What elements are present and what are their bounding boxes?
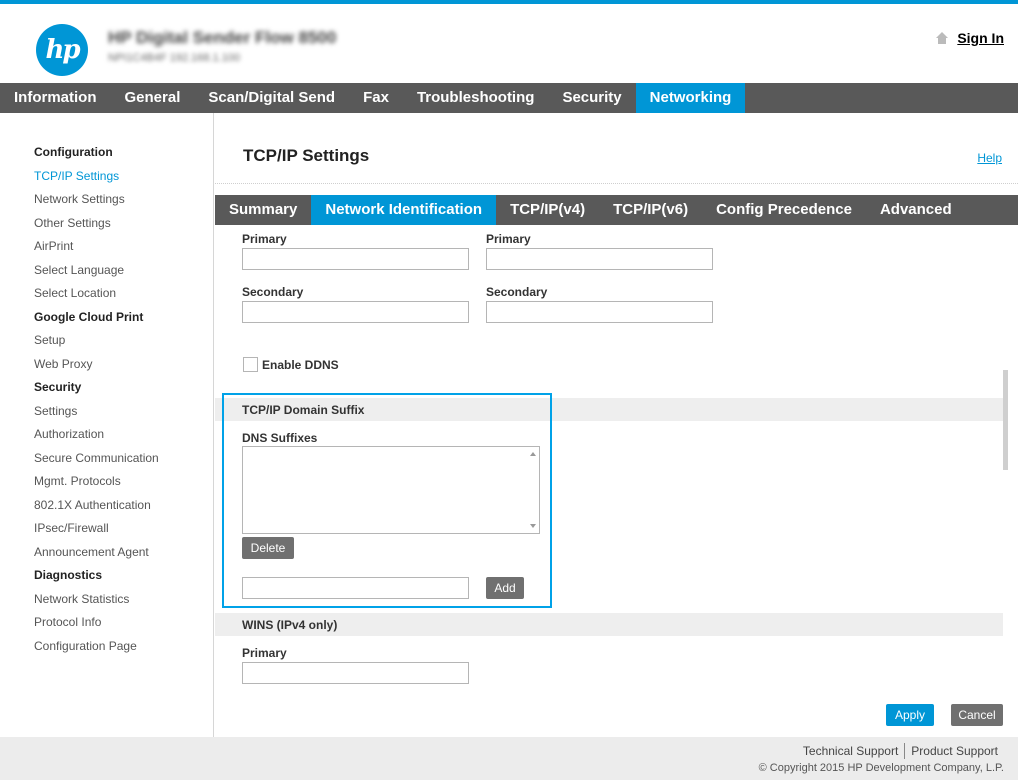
ipv6-dns-secondary-input[interactable] [486,301,713,323]
sidebar-item-select-location[interactable]: Select Location [34,285,213,309]
ipv6-dns-primary-label: Primary [486,232,531,246]
tab-tcpip-v6[interactable]: TCP/IP(v6) [599,195,702,225]
wins-primary-label: Primary [242,646,287,660]
sign-in-link[interactable]: Sign In [957,30,1004,46]
tab-summary[interactable]: Summary [215,195,311,225]
device-name: HP Digital Sender Flow 8500 [108,28,337,47]
sidebar-item-authorization[interactable]: Authorization [34,426,213,450]
home-icon [935,32,949,44]
product-support-link[interactable]: Product Support [911,744,998,758]
footer-separator [904,743,906,759]
tab-network-identification[interactable]: Network Identification [311,195,497,225]
main-nav-troubleshooting[interactable]: Troubleshooting [403,83,549,113]
tcpip-tabs: Summary Network Identification TCP/IP(v4… [215,195,1018,225]
sidebar-item-network-statistics[interactable]: Network Statistics [34,591,213,615]
technical-support-link[interactable]: Technical Support [803,744,898,758]
main-nav-scan-digital-send[interactable]: Scan/Digital Send [194,83,349,113]
hp-logo-text: hp [45,35,80,65]
sidebar-heading-configuration: Configuration [34,145,113,159]
enable-ddns-checkbox[interactable] [243,357,258,372]
sidebar-item-8021x-authentication[interactable]: 802.1X Authentication [34,497,213,521]
tab-tcpip-v4[interactable]: TCP/IP(v4) [496,195,599,225]
ipv4-dns-secondary-input[interactable] [242,301,469,323]
sidebar-item-other-settings[interactable]: Other Settings [34,215,213,239]
wins-section-title: WINS (IPv4 only) [242,618,338,632]
sidebar-item-mgmt-protocols[interactable]: Mgmt. Protocols [34,473,213,497]
page-title: TCP/IP Settings [243,146,370,165]
wins-section-header: WINS (IPv4 only) [215,613,1003,636]
apply-button[interactable]: Apply [886,704,934,726]
sidebar-item-secure-communication[interactable]: Secure Communication [34,450,213,474]
main-nav-networking[interactable]: Networking [635,83,746,113]
ipv6-dns-primary-input[interactable] [486,248,713,270]
domain-suffix-highlight-box [222,393,552,608]
sidebar-heading-google-cloud-print: Google Cloud Print [34,309,144,324]
ipv6-dns-secondary-label: Secondary [486,285,548,299]
sidebar-item-setup[interactable]: Setup [34,332,213,356]
ipv4-dns-primary-label: Primary [242,232,287,246]
main-content: TCP/IP Settings Help Summary Network Ide… [215,113,1018,737]
footer-links: Technical Support Product Support [803,743,998,759]
main-nav-information[interactable]: Information [0,83,111,113]
sidebar-item-network-settings[interactable]: Network Settings [34,191,213,215]
content-scrollbar[interactable] [1003,225,1008,470]
main-nav-security[interactable]: Security [548,83,635,113]
help-link[interactable]: Help [977,151,1002,165]
ipv4-dns-secondary-label: Secondary [242,285,304,299]
page-header: hp HP Digital Sender Flow 8500 NPI1C4B4F… [0,4,1018,80]
sidebar-item-configuration-page[interactable]: Configuration Page [34,638,213,662]
ipv4-dns-primary-input[interactable] [242,248,469,270]
title-divider [215,183,1018,184]
device-subtitle: NPI1C4B4F 192.168.1.100 [108,52,241,64]
page-footer: Technical Support Product Support © Copy… [0,737,1018,780]
sidebar-item-settings[interactable]: Settings [34,403,213,427]
sidebar: Configuration TCP/IP Settings Network Se… [0,113,214,737]
sidebar-item-announcement-agent[interactable]: Announcement Agent [34,544,213,568]
sidebar-item-ipsec-firewall[interactable]: IPsec/Firewall [34,520,213,544]
sidebar-item-protocol-info[interactable]: Protocol Info [34,614,213,638]
main-nav-general[interactable]: General [111,83,195,113]
sidebar-item-web-proxy[interactable]: Web Proxy [34,356,213,380]
main-nav-fax[interactable]: Fax [349,83,403,113]
copyright-text: © Copyright 2015 HP Development Company,… [758,762,1004,774]
hp-logo[interactable]: hp [36,24,88,76]
cancel-button[interactable]: Cancel [951,704,1003,726]
scrollbar-thumb[interactable] [1003,370,1008,470]
sidebar-item-select-language[interactable]: Select Language [34,262,213,286]
enable-ddns-label[interactable]: Enable DDNS [262,358,339,372]
tab-advanced[interactable]: Advanced [866,195,966,225]
wins-primary-input[interactable] [242,662,469,684]
tab-config-precedence[interactable]: Config Precedence [702,195,866,225]
sign-in-area: Sign In [935,30,1004,46]
sidebar-heading-diagnostics: Diagnostics [34,568,103,582]
sidebar-heading-security: Security [34,380,82,394]
sidebar-item-tcpip-settings[interactable]: TCP/IP Settings [34,168,213,192]
main-nav: Information General Scan/Digital Send Fa… [0,83,1018,113]
sidebar-item-airprint[interactable]: AirPrint [34,238,213,262]
